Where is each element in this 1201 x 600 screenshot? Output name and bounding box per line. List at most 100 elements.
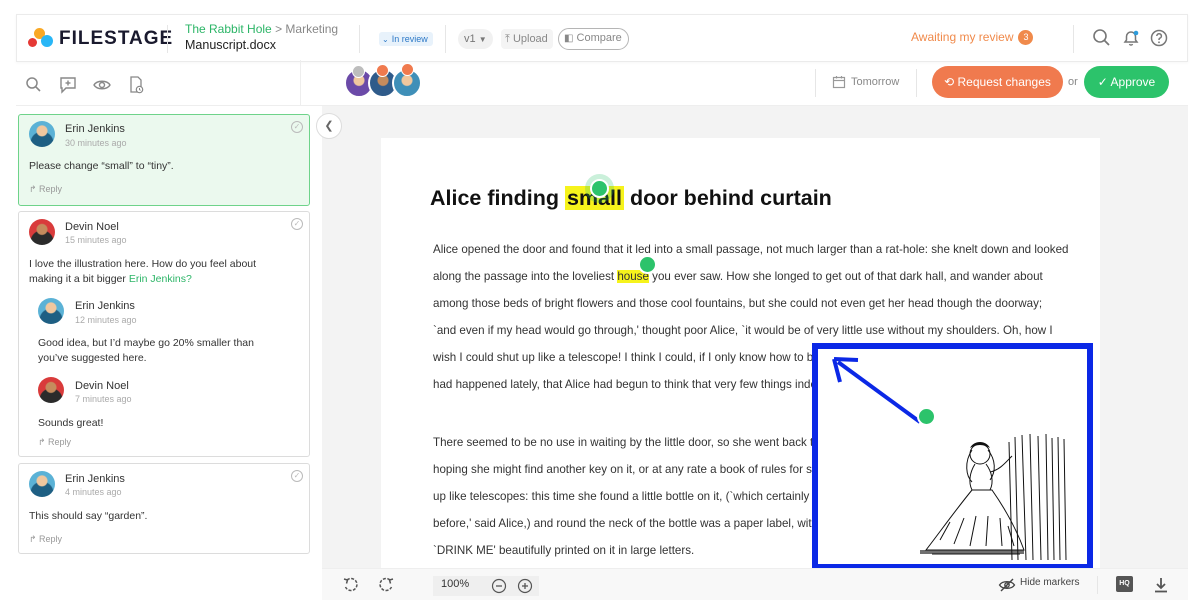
comment-marker[interactable] (917, 407, 936, 426)
approve-button[interactable]: ✓ Approve (1084, 66, 1169, 98)
mention-link[interactable]: Erin Jenkins? (129, 273, 192, 285)
comment-text: Please change “small” to “tiny”. (29, 160, 174, 172)
text-line: before,' said Alice,) and round the neck… (433, 517, 872, 530)
status-badge[interactable]: ⌄ In review (379, 32, 433, 46)
review-bar: Tomorrow ⟲ Request changes or ✓ Approve (300, 60, 1188, 106)
breadcrumb-project[interactable]: The Rabbit Hole (185, 22, 272, 36)
breadcrumb-separator: > (275, 22, 283, 36)
comment-marker[interactable] (638, 255, 657, 274)
reply-time: 12 minutes ago (75, 315, 137, 325)
eye-icon[interactable] (92, 75, 112, 95)
comment-card[interactable]: Erin Jenkins 4 minutes ago ✓ This should… (18, 463, 310, 554)
logo-mark-icon (27, 27, 53, 51)
comment-author: Erin Jenkins (65, 123, 125, 135)
hide-markers-label[interactable]: Hide markers (1020, 577, 1079, 588)
title-text: Alice finding (430, 186, 565, 210)
resolve-check-icon[interactable]: ✓ (291, 218, 303, 230)
reply-link[interactable]: ↱ Reply (38, 437, 71, 448)
avatar (29, 471, 55, 497)
divider (1073, 25, 1074, 53)
text-line: you ever saw. How she longed to get out … (652, 270, 1043, 283)
avatar (29, 219, 55, 245)
request-changes-button[interactable]: ⟲ Request changes (932, 66, 1063, 98)
upload-label: Upload (512, 33, 548, 45)
top-header: FILESTAGE The Rabbit Hole > Marketing Ma… (16, 14, 1188, 62)
reply-time: 7 minutes ago (75, 394, 132, 404)
zoom-level: 100% (441, 578, 470, 590)
comment-time: 4 minutes ago (65, 487, 122, 497)
comment-card[interactable]: Erin Jenkins 30 minutes ago ✓ Please cha… (18, 114, 310, 206)
zoom-out-icon[interactable] (491, 578, 507, 599)
comment-time: 30 minutes ago (65, 138, 127, 148)
reply-text-line: you’ve suggested here. (38, 351, 147, 364)
download-icon[interactable] (1152, 576, 1170, 594)
awaiting-label: Awaiting my review (911, 30, 1014, 44)
hide-markers-icon[interactable] (998, 577, 1016, 595)
sidebar-toolbar (16, 66, 300, 106)
status-label: In review (391, 34, 428, 44)
divider (167, 25, 168, 53)
logo-text: FILESTAGE (59, 28, 174, 49)
collapse-sidebar-button[interactable]: ❮ (316, 113, 342, 139)
check-icon: ✓ (1097, 75, 1108, 89)
divider (445, 25, 446, 53)
calendar-icon[interactable] (832, 75, 846, 94)
comment-time: 15 minutes ago (65, 235, 127, 245)
title-text: door behind curtain (623, 186, 832, 210)
comment-thread[interactable]: Devin Noel 15 minutes ago ✓ I love the i… (18, 211, 310, 457)
reply-text: Good idea, but I’d maybe go 20% smaller … (38, 336, 254, 365)
breadcrumb-folder[interactable]: Marketing (285, 22, 338, 36)
rotate-right-icon[interactable] (377, 576, 395, 594)
caret-down-icon: ▼ (478, 35, 487, 44)
version-select[interactable]: v1 ▼ (458, 29, 493, 49)
divider (359, 25, 360, 53)
version-label: v1 (464, 33, 476, 45)
zoom-control: 100% (433, 576, 539, 596)
resolve-check-icon[interactable]: ✓ (291, 470, 303, 482)
reply-label: Reply (48, 437, 72, 447)
bell-icon[interactable] (1120, 27, 1142, 49)
text-line: `DRINK ME' beautifully printed on it in … (433, 544, 695, 557)
divider (815, 69, 816, 97)
awaiting-review-link[interactable]: Awaiting my review 3 (911, 30, 1034, 45)
reply-link[interactable]: ↱ Reply (29, 534, 62, 545)
reply-author: Erin Jenkins (75, 300, 135, 312)
compare-label: Compare (576, 32, 622, 44)
compare-button[interactable]: ◧ Compare (558, 28, 629, 50)
comment-author: Devin Noel (65, 221, 119, 233)
or-label: or (1068, 76, 1078, 88)
rotate-left-icon[interactable] (342, 576, 360, 594)
divider (916, 69, 917, 97)
upload-button[interactable]: ⤒ Upload (501, 29, 553, 49)
reply-label: Reply (39, 534, 63, 544)
search-icon[interactable] (24, 75, 44, 95)
reviewer-status-dot (376, 64, 389, 77)
avatar (38, 377, 64, 403)
help-icon[interactable] (1148, 27, 1170, 49)
chevron-down-icon: ⌄ (382, 35, 389, 44)
reviewer-status-dot (352, 65, 365, 78)
search-icon[interactable] (1091, 27, 1113, 49)
due-date[interactable]: Tomorrow (851, 76, 899, 88)
reply-label: Reply (39, 184, 63, 194)
reply-link[interactable]: ↱ Reply (29, 184, 62, 195)
bottom-toolbar: 100% Hide markers HQ (322, 568, 1188, 600)
divider (1097, 576, 1098, 594)
avatar (29, 121, 55, 147)
add-comment-icon[interactable] (58, 75, 78, 95)
reply-text: Sounds great! (38, 417, 104, 429)
zoom-in-icon[interactable] (517, 578, 533, 599)
avatar (38, 298, 64, 324)
attachment-icon[interactable] (126, 75, 146, 95)
refresh-icon: ⟲ (944, 75, 955, 89)
text-line: Alice opened the door and found that it … (433, 243, 1069, 256)
annotation-arrow[interactable] (820, 350, 930, 430)
resolve-check-icon[interactable]: ✓ (291, 121, 303, 133)
reply-author: Devin Noel (75, 380, 129, 392)
filestage-logo[interactable]: FILESTAGE (27, 27, 173, 51)
reply-text-line: Good idea, but I’d maybe go 20% smaller … (38, 337, 254, 349)
awaiting-count-badge: 3 (1018, 30, 1034, 45)
hq-toggle[interactable]: HQ (1116, 576, 1133, 592)
breadcrumb: The Rabbit Hole > Marketing Manuscript.d… (185, 22, 338, 53)
comment-marker[interactable] (590, 179, 609, 198)
